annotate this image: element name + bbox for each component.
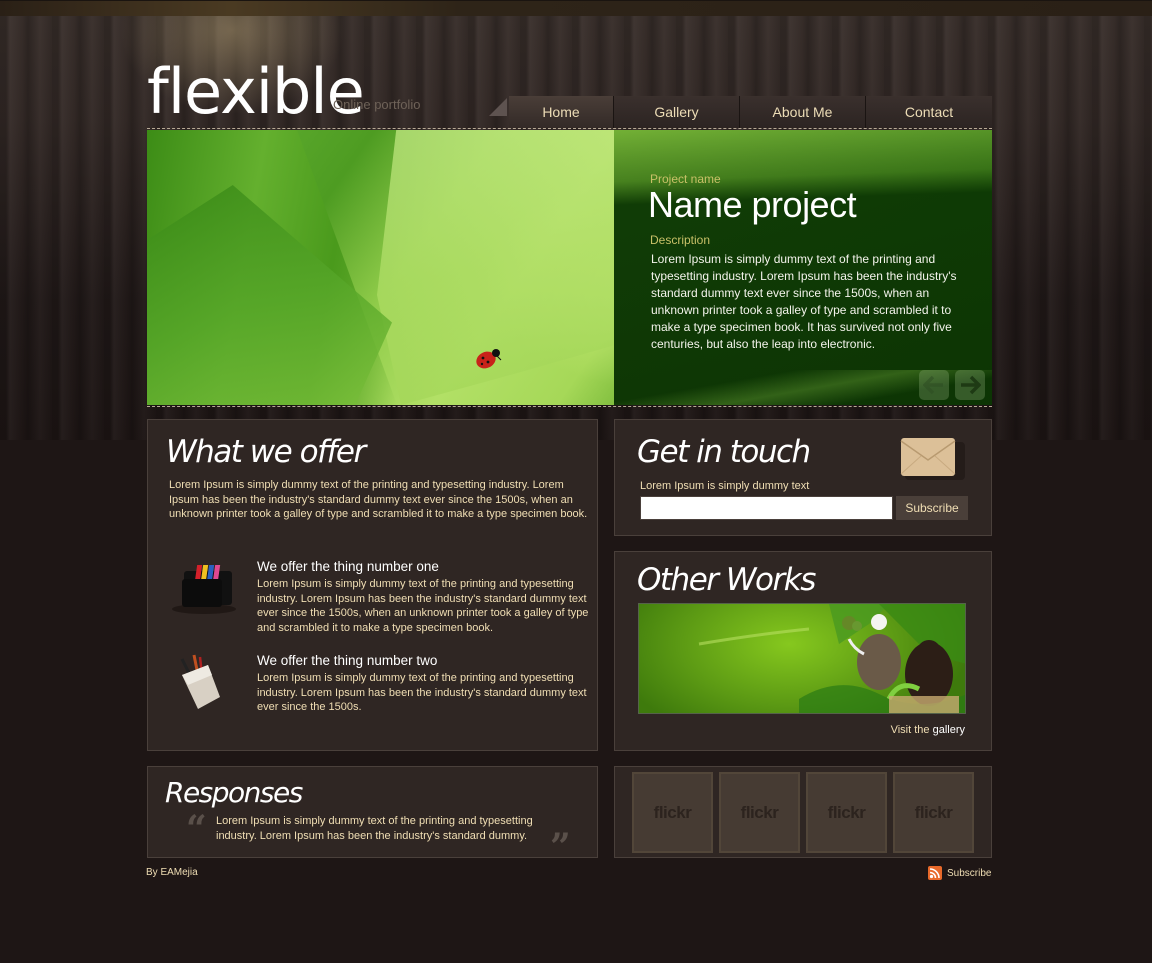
- feature-item: We offer the thing number one Lorem Ipsu…: [168, 559, 588, 634]
- response-quote: Lorem Ipsum is simply dummy text of the …: [216, 815, 533, 842]
- works-title: Other Works: [637, 562, 816, 598]
- main-nav: Home Gallery About Me Contact: [489, 96, 992, 128]
- divider-bottom: [147, 406, 992, 407]
- touch-title: Get in touch: [637, 434, 811, 470]
- responses-title: Responses: [165, 776, 303, 809]
- footer-subscribe-link[interactable]: Subscribe: [928, 866, 991, 880]
- close-quote-icon: ”: [550, 826, 571, 868]
- footer-credit: By EAMejia: [146, 867, 198, 878]
- works-artwork: [698, 604, 965, 713]
- pencil-pocket-icon: [180, 654, 220, 709]
- nav-item-about-me[interactable]: About Me: [739, 96, 865, 128]
- feature-title: We offer the thing number two: [257, 653, 438, 668]
- arrow-left-icon: [923, 375, 943, 395]
- works-box: Other Works Visit the gallery: [614, 551, 992, 751]
- feature-text: Lorem Ipsum is simply dummy text of the …: [257, 672, 587, 713]
- nav-item-gallery[interactable]: Gallery: [613, 96, 739, 128]
- nav-item-contact[interactable]: Contact: [865, 96, 992, 128]
- rss-icon: [928, 866, 942, 880]
- ladybug-image: [476, 349, 502, 369]
- responses-box: Responses “ Lorem Ipsum is simply dummy …: [147, 766, 598, 865]
- project-title: Name project: [648, 184, 857, 225]
- offer-box: What we offer Lorem Ipsum is simply dumm…: [147, 419, 598, 751]
- offer-title: What we offer: [166, 434, 366, 470]
- slider-prev-button[interactable]: [919, 370, 949, 400]
- top-band: [0, 0, 1152, 16]
- feature-text: Lorem Ipsum is simply dummy text of the …: [257, 578, 589, 634]
- feature-item: We offer the thing number two Lorem Ipsu…: [168, 653, 588, 723]
- flickr-thumbnail[interactable]: flickr: [719, 772, 800, 853]
- site-logo[interactable]: flexible: [147, 55, 365, 129]
- flickr-thumbnail[interactable]: flickr: [632, 772, 713, 853]
- flickr-thumbnail[interactable]: flickr: [806, 772, 887, 853]
- feature-title: We offer the thing number one: [257, 559, 439, 574]
- subscribe-email-input[interactable]: [640, 496, 893, 520]
- slide-caption: Project name Name project Description Lo…: [614, 130, 992, 405]
- divider-top: [147, 128, 992, 129]
- visit-gallery-link[interactable]: gallery: [933, 724, 965, 736]
- nav-corner-decoration: [489, 96, 509, 128]
- offer-intro: Lorem Ipsum is simply dummy text of the …: [169, 479, 588, 520]
- arrow-right-icon: [961, 375, 981, 395]
- envelope-icon: [900, 438, 965, 480]
- project-description: Lorem Ipsum is simply dummy text of the …: [651, 252, 957, 351]
- site-tagline: Online portfolio: [333, 97, 421, 112]
- flickr-thumbnail[interactable]: flickr: [893, 772, 974, 853]
- nav-item-home[interactable]: Home: [509, 96, 613, 128]
- open-quote-icon: “: [186, 808, 207, 850]
- featured-slider: Project name Name project Description Lo…: [147, 130, 992, 405]
- folders-icon: [172, 565, 236, 614]
- footer-subscribe-label: Subscribe: [947, 867, 992, 879]
- description-label: Description: [650, 233, 711, 247]
- subscribe-label: Lorem Ipsum is simply dummy text: [640, 480, 810, 492]
- visit-prefix: Visit the: [890, 724, 930, 736]
- subscribe-button[interactable]: Subscribe: [896, 496, 968, 520]
- works-preview-image[interactable]: [638, 603, 966, 714]
- flickr-box: flickr flickr flickr flickr: [614, 766, 992, 858]
- slider-next-button[interactable]: [955, 370, 985, 400]
- touch-box: Get in touch Lorem Ipsum is simply dummy…: [614, 419, 992, 536]
- visit-gallery: Visit the gallery: [891, 724, 965, 736]
